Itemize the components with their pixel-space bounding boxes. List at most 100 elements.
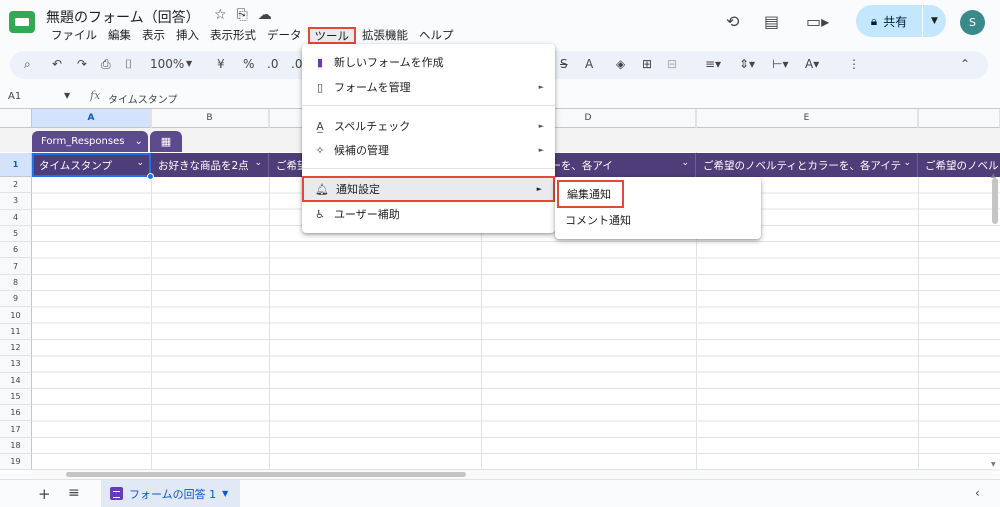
row-header[interactable]: 8 bbox=[0, 274, 32, 292]
chevron-down-icon[interactable]: ⌄ bbox=[136, 158, 144, 168]
menu-item-accessibility[interactable]: ♿︎ ユーザー補助 bbox=[302, 202, 555, 226]
add-sheet-icon[interactable]: + bbox=[38, 485, 51, 503]
horizontal-align-icon[interactable]: ≡▾ bbox=[705, 57, 721, 71]
header-cell-novelty-2[interactable]: ご希望のノベルティとカラーを、各アイテ ⌄ bbox=[696, 153, 918, 177]
redo-icon[interactable]: ↷ bbox=[77, 57, 87, 71]
menu-data[interactable]: データ bbox=[262, 27, 307, 44]
avatar[interactable]: S bbox=[960, 10, 985, 35]
menu-item-comment-notifications[interactable]: コメント通知 bbox=[555, 209, 761, 231]
horizontal-scrollbar[interactable] bbox=[66, 472, 466, 477]
header-cell-products[interactable]: お好きな商品を2点 ⌄ bbox=[151, 153, 269, 177]
row-header[interactable]: 17 bbox=[0, 421, 32, 438]
sheet-tab-responses[interactable]: フォームの回答 1 ▼ bbox=[101, 480, 240, 507]
chevron-down-icon[interactable]: ▼ bbox=[222, 489, 228, 498]
form-icon: ▮ bbox=[316, 55, 324, 69]
header-cell-timestamp[interactable]: タイムスタンプ ⌄ bbox=[32, 153, 151, 177]
header-cell-novelty-3[interactable]: ご希望のノベル bbox=[918, 153, 1000, 177]
row-header[interactable]: 3 bbox=[0, 193, 32, 210]
table-settings-icon[interactable]: ▦ bbox=[150, 131, 182, 152]
row-header[interactable]: 13 bbox=[0, 356, 32, 373]
document-title[interactable]: 無題のフォーム（回答） bbox=[46, 7, 200, 27]
sheets-logo-icon[interactable] bbox=[9, 11, 35, 33]
share-button[interactable]: 🔒︎ 共有 bbox=[856, 5, 922, 37]
all-sheets-icon[interactable]: ≡ bbox=[68, 485, 80, 501]
row-header[interactable]: 6 bbox=[0, 242, 32, 259]
chevron-down-icon[interactable]: ⌄ bbox=[681, 158, 689, 168]
menu-item-manage-form[interactable]: ▯ フォームを管理 ► bbox=[302, 75, 555, 99]
more-options-icon[interactable]: ⋮ bbox=[848, 57, 860, 71]
percent-format-button[interactable]: % bbox=[243, 57, 254, 71]
row-header[interactable]: 15 bbox=[0, 388, 32, 406]
fill-color-icon[interactable]: ◈ bbox=[616, 57, 625, 71]
menu-insert[interactable]: 挿入 bbox=[171, 27, 204, 44]
row-header[interactable]: 7 bbox=[0, 258, 32, 275]
menu-extensions[interactable]: 拡張機能 bbox=[357, 27, 413, 44]
header-cell-label: タイムスタンプ bbox=[39, 159, 112, 172]
row-header[interactable]: 19 bbox=[0, 454, 32, 471]
print-icon[interactable]: ⎙ bbox=[101, 57, 111, 72]
comment-icon[interactable]: ▤ bbox=[764, 12, 779, 31]
search-icon[interactable]: ⌕ bbox=[24, 57, 31, 72]
column-header-b[interactable]: B bbox=[151, 109, 269, 128]
chevron-down-icon[interactable]: ⌄ bbox=[254, 158, 262, 168]
menu-edit[interactable]: 編集 bbox=[103, 27, 136, 44]
menu-divider bbox=[302, 105, 555, 106]
menu-item-create-form[interactable]: ▮ 新しいフォームを作成 bbox=[302, 50, 555, 74]
row-header[interactable]: 5 bbox=[0, 225, 32, 243]
vertical-scrollbar[interactable] bbox=[992, 178, 998, 224]
decrease-decimal-button[interactable]: .0 bbox=[267, 57, 278, 71]
share-dropdown-button[interactable]: ▼ bbox=[923, 5, 946, 37]
row-header[interactable]: 12 bbox=[0, 339, 32, 357]
undo-icon[interactable]: ↶ bbox=[52, 57, 62, 71]
zoom-select[interactable]: 100% bbox=[150, 57, 184, 71]
cloud-status-icon[interactable]: ☁ bbox=[258, 7, 272, 23]
select-all-corner[interactable] bbox=[0, 109, 32, 128]
star-icon[interactable]: ☆ bbox=[214, 7, 227, 23]
column-header-a[interactable]: A bbox=[32, 109, 151, 128]
text-color-icon[interactable]: A bbox=[585, 57, 593, 71]
column-header-f[interactable] bbox=[918, 109, 1000, 128]
notification-settings-submenu: 編集通知 コメント通知 bbox=[555, 177, 761, 239]
row-header[interactable]: 14 bbox=[0, 372, 32, 389]
row-header[interactable]: 2 bbox=[0, 177, 32, 194]
table-name-tab[interactable]: Form_Responses ⌄ bbox=[32, 131, 148, 152]
menu-item-spellcheck[interactable]: A̲ スペルチェック ► bbox=[302, 114, 555, 138]
tools-menu: ▮ 新しいフォームを作成 ▯ フォームを管理 ► A̲ スペルチェック ► ✧ … bbox=[302, 44, 555, 233]
menu-item-suggestions[interactable]: ✧ 候補の管理 ► bbox=[302, 138, 555, 162]
row-header[interactable]: 11 bbox=[0, 323, 32, 340]
vertical-align-icon[interactable]: ⇕▾ bbox=[739, 57, 755, 71]
row-header[interactable]: 18 bbox=[0, 437, 32, 455]
menu-item-notification-settings[interactable]: 🔔︎ 通知設定 ► bbox=[302, 176, 555, 202]
text-wrap-icon[interactable]: ⊢▾ bbox=[772, 57, 788, 71]
scroll-down-arrow-icon[interactable]: ▼ bbox=[991, 461, 996, 468]
name-box[interactable]: A1 bbox=[8, 91, 21, 102]
row-header[interactable]: 4 bbox=[0, 209, 32, 226]
paint-format-icon[interactable]: ⌷ bbox=[125, 57, 132, 72]
text-rotation-icon[interactable]: A▾ bbox=[805, 57, 819, 71]
menu-format[interactable]: 表示形式 bbox=[205, 27, 261, 44]
row-header[interactable]: 10 bbox=[0, 307, 32, 324]
menu-help[interactable]: ヘルプ bbox=[414, 27, 459, 44]
row-header[interactable]: 9 bbox=[0, 291, 32, 308]
menu-item-edit-notifications[interactable]: 編集通知 bbox=[557, 180, 624, 208]
share-label: 共有 bbox=[883, 14, 908, 29]
history-icon[interactable]: ⟲ bbox=[726, 12, 739, 31]
chevron-down-icon[interactable]: ⌄ bbox=[903, 158, 911, 168]
strikethrough-icon[interactable]: S̶ bbox=[560, 57, 568, 71]
collapse-toolbar-icon[interactable]: ⌃ bbox=[960, 57, 970, 71]
move-folder-icon[interactable]: ⎘ bbox=[237, 7, 248, 23]
merge-cells-icon[interactable]: ⊟ bbox=[667, 57, 677, 71]
collapse-side-panel-icon[interactable]: ‹ bbox=[975, 486, 980, 500]
row-header[interactable]: 16 bbox=[0, 405, 32, 422]
name-box-dropdown-icon[interactable]: ▼ bbox=[64, 91, 70, 100]
menu-file[interactable]: ファイル bbox=[46, 27, 102, 44]
meet-icon[interactable]: ▭▸ bbox=[806, 12, 829, 31]
currency-format-button[interactable]: ¥ bbox=[217, 57, 225, 71]
formula-input[interactable]: タイムスタンプ bbox=[108, 91, 178, 106]
column-header-e[interactable]: E bbox=[696, 109, 918, 128]
borders-icon[interactable]: ⊞ bbox=[642, 57, 652, 71]
menu-view[interactable]: 表示 bbox=[137, 27, 170, 44]
menu-tools[interactable]: ツール bbox=[307, 27, 356, 44]
zoom-chevron-down-icon[interactable]: ▼ bbox=[186, 59, 192, 68]
row-header-1[interactable]: 1 bbox=[0, 153, 32, 177]
